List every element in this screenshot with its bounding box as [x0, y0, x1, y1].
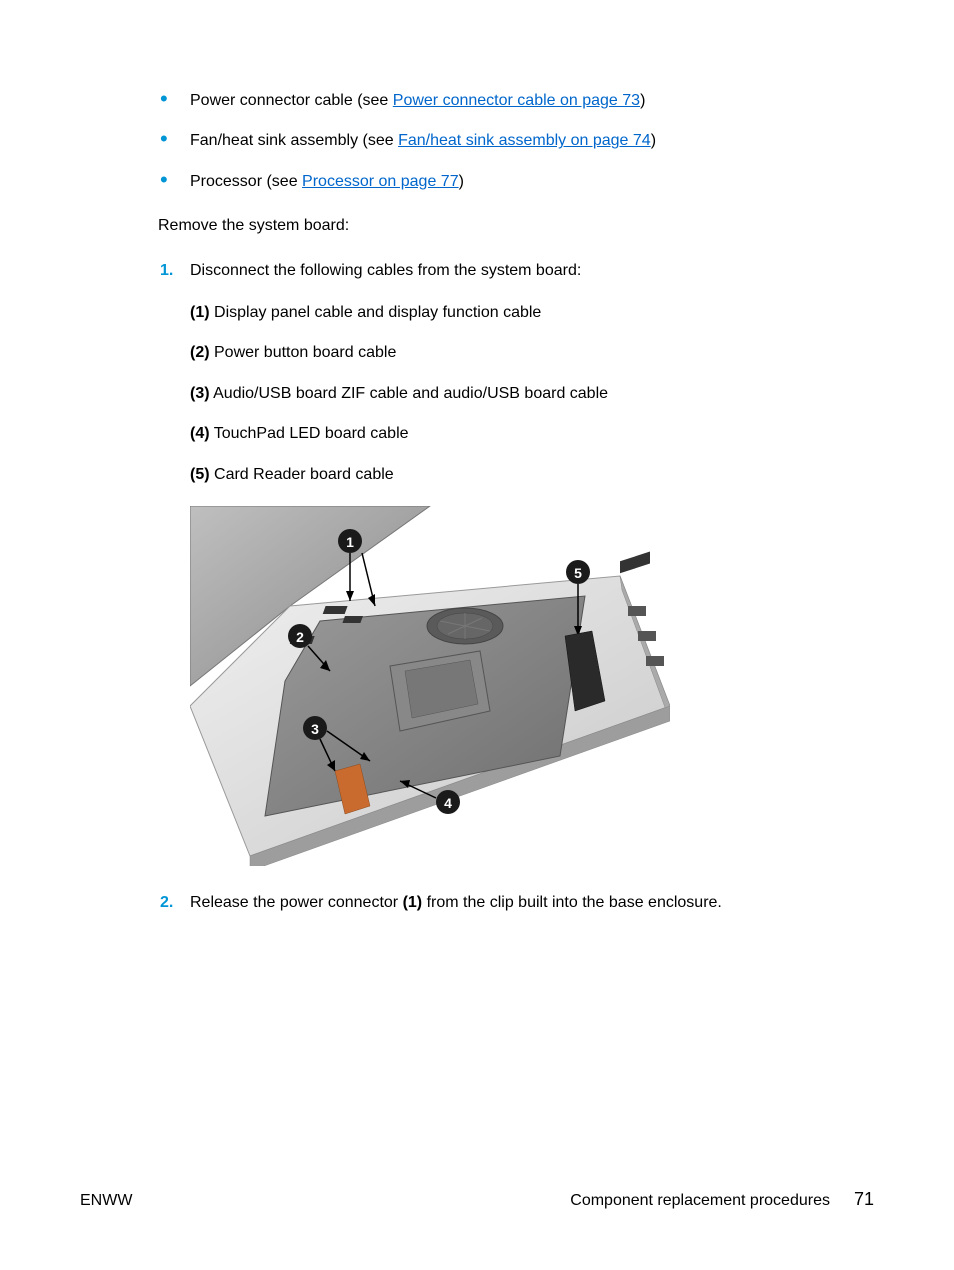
sub-num: (2)	[190, 344, 210, 361]
sub-text: Power button board cable	[210, 344, 397, 361]
callout-label-1: 1	[346, 534, 354, 550]
bullet-text-suffix: )	[651, 132, 656, 149]
system-board-figure: 1 2 3	[190, 506, 874, 866]
sub-item: (4) TouchPad LED board cable	[190, 423, 874, 445]
step-bold: (1)	[403, 894, 423, 911]
sub-num: (5)	[190, 466, 210, 483]
page-number: 71	[854, 1189, 874, 1210]
link-power-connector-cable[interactable]: Power connector cable on page 73	[393, 92, 640, 109]
footer-left: ENWW	[80, 1192, 132, 1210]
step-number: 1.	[160, 260, 173, 282]
step-number: 2.	[160, 892, 173, 914]
bullet-text-prefix: Processor (see	[190, 173, 302, 190]
step-text-post: from the clip built into the base enclos…	[422, 894, 722, 911]
bullet-item: Power connector cable (see Power connect…	[160, 90, 874, 112]
sub-num: (4)	[190, 425, 210, 442]
link-fan-heat-sink[interactable]: Fan/heat sink assembly on page 74	[398, 132, 651, 149]
step-1: 1. Disconnect the following cables from …	[160, 260, 874, 866]
bullet-text-prefix: Power connector cable (see	[190, 92, 393, 109]
link-processor[interactable]: Processor on page 77	[302, 173, 459, 190]
footer-section-title: Component replacement procedures	[570, 1192, 830, 1210]
callout-label-5: 5	[574, 565, 582, 581]
bullet-item: Fan/heat sink assembly (see Fan/heat sin…	[160, 130, 874, 152]
bullet-text-suffix: )	[459, 173, 464, 190]
sub-text: Audio/USB board ZIF cable and audio/USB …	[210, 385, 608, 402]
callout-label-4: 4	[444, 795, 452, 811]
callout-label-2: 2	[296, 629, 304, 645]
sub-item: (5) Card Reader board cable	[190, 464, 874, 486]
step-text: Disconnect the following cables from the…	[190, 262, 581, 279]
motherboard-diagram-svg: 1 2 3	[190, 506, 670, 866]
instruction-text: Remove the system board:	[158, 215, 874, 237]
step-2: 2. Release the power connector (1) from …	[160, 892, 874, 914]
procedure-list: 1. Disconnect the following cables from …	[160, 260, 874, 915]
sub-item: (1) Display panel cable and display func…	[190, 302, 874, 324]
bullet-item: Processor (see Processor on page 77)	[160, 171, 874, 193]
sub-text: Display panel cable and display function…	[210, 304, 542, 321]
step-text-pre: Release the power connector	[190, 894, 403, 911]
footer-right: Component replacement procedures 71	[570, 1189, 874, 1210]
sub-num: (1)	[190, 304, 210, 321]
sub-item: (3) Audio/USB board ZIF cable and audio/…	[190, 383, 874, 405]
page-footer: ENWW Component replacement procedures 71	[80, 1189, 874, 1210]
sub-text: Card Reader board cable	[210, 466, 394, 483]
sub-item: (2) Power button board cable	[190, 342, 874, 364]
sub-text: TouchPad LED board cable	[210, 425, 409, 442]
cable-sublist: (1) Display panel cable and display func…	[190, 302, 874, 486]
callout-label-3: 3	[311, 721, 319, 737]
sub-num: (3)	[190, 385, 210, 402]
bullet-text-suffix: )	[640, 92, 645, 109]
prerequisite-bullet-list: Power connector cable (see Power connect…	[160, 90, 874, 193]
bullet-text-prefix: Fan/heat sink assembly (see	[190, 132, 398, 149]
page-content: Power connector cable (see Power connect…	[80, 90, 874, 914]
